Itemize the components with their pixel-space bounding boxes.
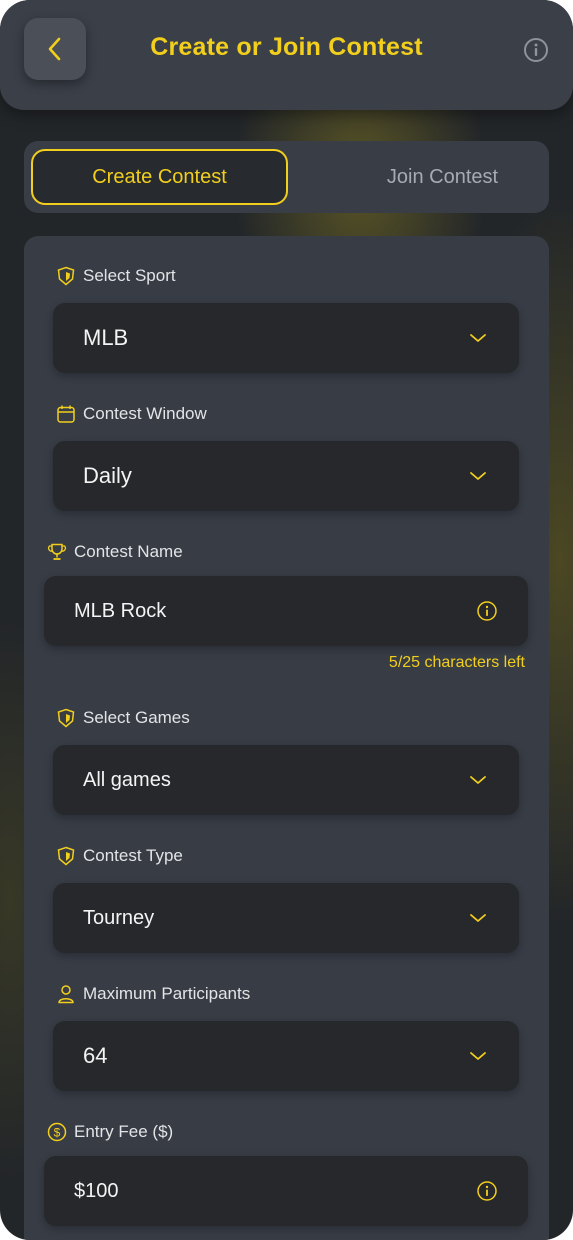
- sport-select-value: MLB: [83, 325, 129, 350]
- sport-badge-icon: [55, 707, 77, 729]
- contest-name-label: Contest Name: [46, 541, 183, 563]
- max-participants-select[interactable]: 64: [53, 1021, 519, 1091]
- info-icon[interactable]: [476, 600, 498, 622]
- header-bar: Create or Join Contest: [0, 0, 573, 110]
- sport-select[interactable]: MLB: [53, 303, 519, 373]
- chevron-down-icon: [470, 472, 486, 480]
- chevron-down-icon: [470, 776, 486, 784]
- trophy-icon: [46, 541, 68, 563]
- info-icon[interactable]: [476, 1180, 498, 1202]
- entry-fee-label: $ Entry Fee ($): [46, 1121, 173, 1143]
- dollar-icon: $: [46, 1121, 68, 1143]
- entry-fee-value: $100: [74, 1179, 119, 1202]
- calendar-icon: [55, 403, 77, 425]
- select-games-label: Select Games: [55, 707, 190, 729]
- tab-create-contest[interactable]: Create Contest: [31, 149, 288, 205]
- svg-text:$: $: [54, 1126, 61, 1140]
- entry-fee-input[interactable]: $100: [44, 1156, 528, 1226]
- contest-window-select[interactable]: Daily: [53, 441, 519, 511]
- tab-join-contest[interactable]: Join Contest: [314, 149, 571, 205]
- contest-window-value: Daily: [83, 463, 132, 488]
- select-sport-label: Select Sport: [55, 265, 176, 287]
- info-icon[interactable]: [523, 37, 549, 63]
- contest-name-value: MLB Rock: [74, 599, 167, 622]
- sport-badge-icon: [55, 845, 77, 867]
- contest-window-label: Contest Window: [55, 403, 207, 425]
- sport-badge-icon: [55, 265, 77, 287]
- contest-type-label: Contest Type: [55, 845, 183, 867]
- games-select[interactable]: All games: [53, 745, 519, 815]
- contest-name-input[interactable]: MLB Rock: [44, 576, 528, 646]
- contest-type-select[interactable]: Tourney: [53, 883, 519, 953]
- user-icon: [55, 983, 77, 1005]
- chevron-down-icon: [470, 334, 486, 342]
- max-participants-value: 64: [83, 1043, 108, 1068]
- contest-tabs: Create Contest Join Contest: [24, 141, 549, 213]
- characters-left-hint: 5/25 characters left: [388, 654, 525, 671]
- chevron-down-icon: [470, 1052, 486, 1060]
- max-participants-label: Maximum Participants: [55, 983, 250, 1005]
- games-select-value: All games: [83, 768, 171, 791]
- app-screen: Create or Join Contest Create Contest Jo…: [0, 0, 573, 1240]
- contest-type-value: Tourney: [83, 906, 155, 929]
- chevron-down-icon: [470, 914, 486, 922]
- page-title: Create or Join Contest: [150, 33, 423, 61]
